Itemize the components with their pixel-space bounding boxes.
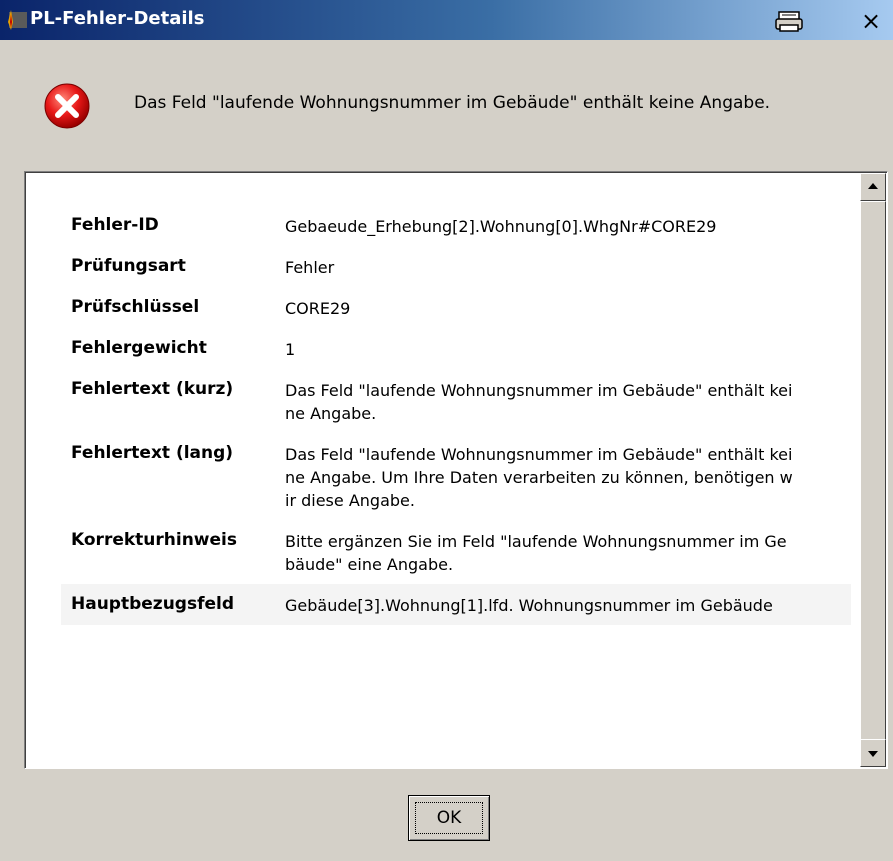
details-panel[interactable]: Fehler-ID Gebaeude_Erhebung[2].Wohnung[0… xyxy=(24,171,888,769)
detail-row: Korrekturhinweis Bitte ergänzen Sie im F… xyxy=(61,520,851,584)
detail-label: Prüfungsart xyxy=(71,256,186,276)
detail-value: Bitte ergänzen Sie im Feld "laufende Woh… xyxy=(285,532,787,574)
detail-value: Das Feld "laufende Wohnungsnummer im Geb… xyxy=(285,445,793,510)
detail-row: Prüfschlüssel CORE29 xyxy=(61,287,851,328)
app-icon xyxy=(8,10,27,30)
detail-label: Korrekturhinweis xyxy=(71,530,237,550)
detail-value: Gebäude[3].Wohnung[1].lfd. Wohnungsnumme… xyxy=(285,596,773,615)
detail-row-selected: Hauptbezugsfeld Gebäude[3].Wohnung[1].lf… xyxy=(61,584,851,625)
ok-button[interactable]: OK xyxy=(408,795,490,841)
detail-label: Prüfschlüssel xyxy=(71,297,200,317)
scroll-up-button[interactable] xyxy=(860,173,886,201)
detail-row: Fehlertext (lang) Das Feld "laufende Woh… xyxy=(61,433,851,520)
vertical-scrollbar[interactable] xyxy=(860,173,886,767)
scroll-down-button[interactable] xyxy=(860,739,886,767)
error-icon xyxy=(44,83,90,129)
detail-row: Fehlergewicht 1 xyxy=(61,328,851,369)
ok-button-label: OK xyxy=(415,802,483,834)
detail-value: Das Feld "laufende Wohnungsnummer im Geb… xyxy=(285,381,793,423)
window-title: PL-Fehler-Details xyxy=(30,8,205,29)
detail-row: Fehlertext (kurz) Das Feld "laufende Woh… xyxy=(61,369,851,433)
close-button[interactable]: × xyxy=(856,8,886,34)
detail-value: CORE29 xyxy=(285,299,351,318)
detail-label: Fehler-ID xyxy=(71,215,159,235)
detail-value: Gebaeude_Erhebung[2].Wohnung[0].WhgNr#CO… xyxy=(285,217,717,236)
detail-label: Fehlergewicht xyxy=(71,338,207,358)
scroll-thumb[interactable] xyxy=(860,201,886,741)
detail-row: Prüfungsart Fehler xyxy=(61,246,851,287)
title-bar[interactable]: PL-Fehler-Details × xyxy=(0,0,893,40)
detail-label: Fehlertext (kurz) xyxy=(71,379,234,399)
printer-icon[interactable] xyxy=(774,10,804,34)
error-message: Das Feld "laufende Wohnungsnummer im Geb… xyxy=(134,93,771,113)
detail-label: Hauptbezugsfeld xyxy=(71,594,235,614)
details-list: Fehler-ID Gebaeude_Erhebung[2].Wohnung[0… xyxy=(61,205,851,625)
detail-value: 1 xyxy=(285,340,296,359)
detail-row: Fehler-ID Gebaeude_Erhebung[2].Wohnung[0… xyxy=(61,205,851,246)
detail-value: Fehler xyxy=(285,258,335,277)
scroll-down-arrow-icon xyxy=(868,751,878,757)
scroll-up-arrow-icon xyxy=(868,183,878,189)
detail-label: Fehlertext (lang) xyxy=(71,443,234,463)
